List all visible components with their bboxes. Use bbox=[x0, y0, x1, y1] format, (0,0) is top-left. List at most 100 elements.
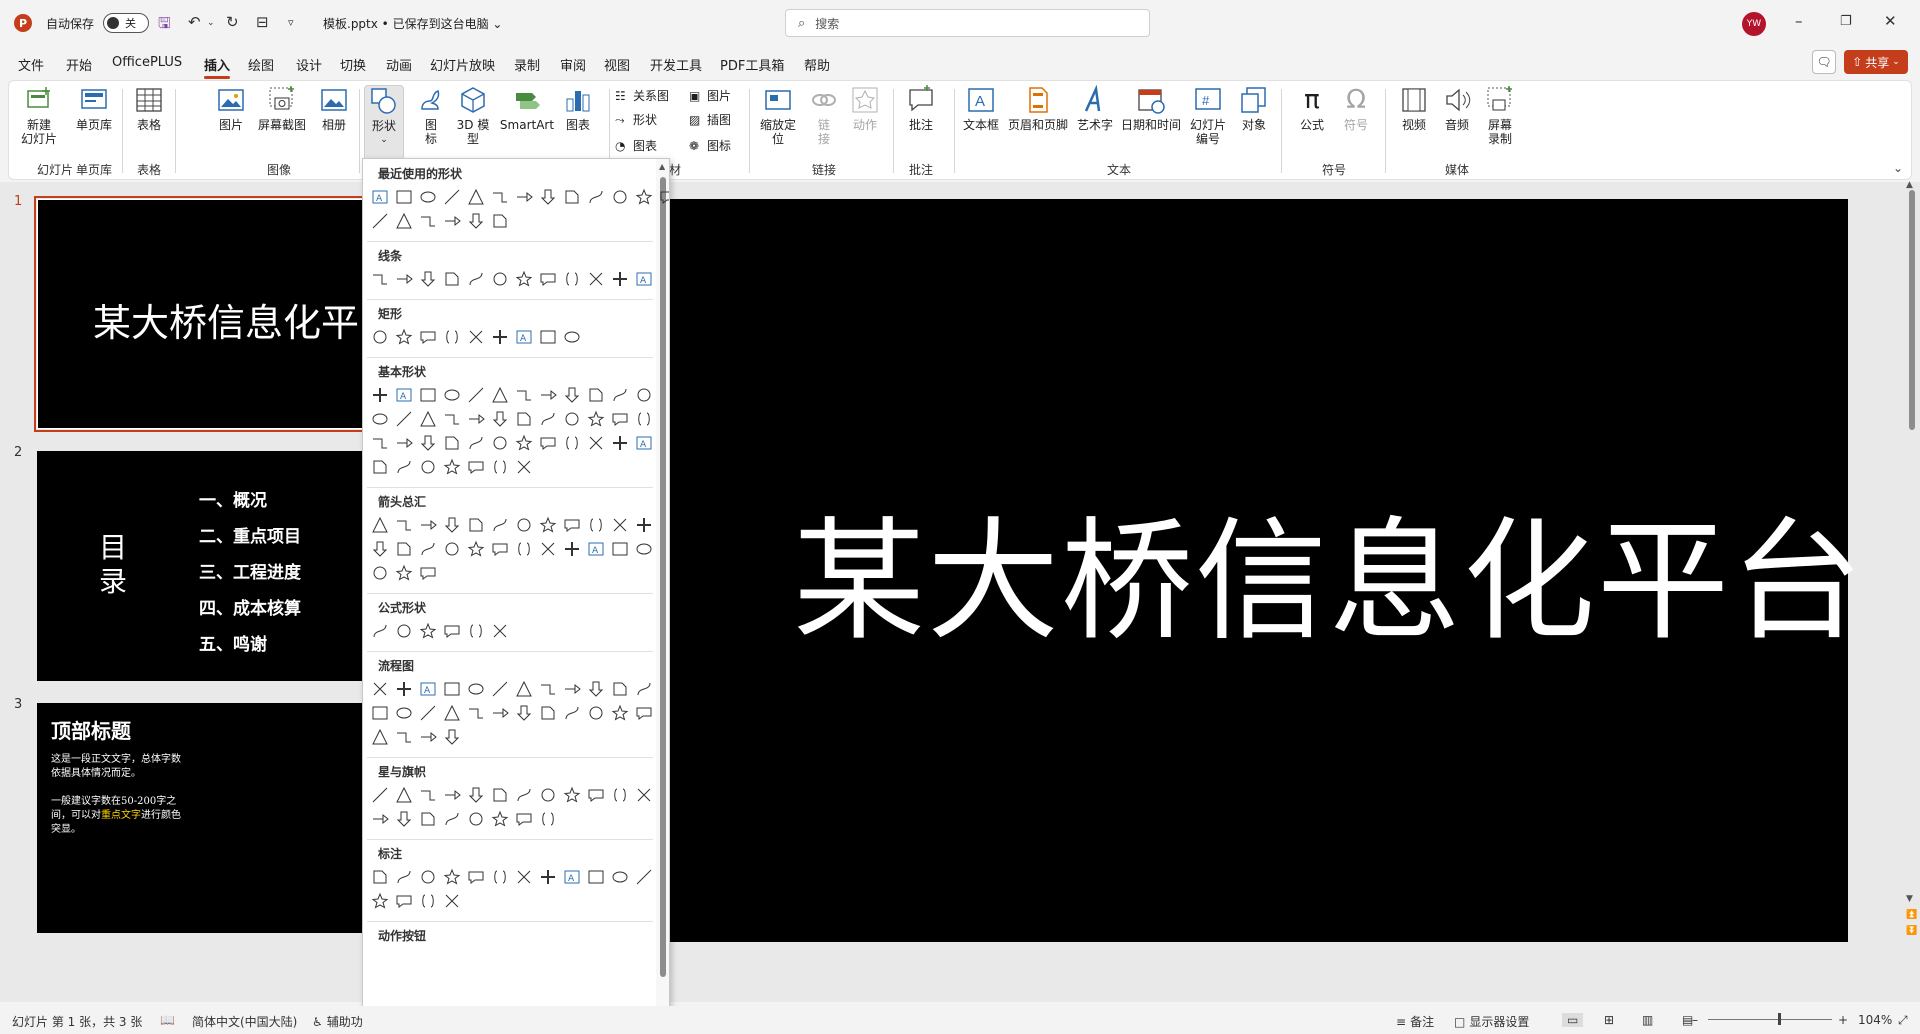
shape-option-icon[interactable] bbox=[488, 185, 512, 209]
illustration-button[interactable]: ▨ 插图 bbox=[689, 111, 731, 128]
zoom-slider[interactable] bbox=[1708, 1019, 1832, 1020]
zoom-level[interactable]: 104% bbox=[1858, 1013, 1892, 1027]
shape-option-icon[interactable]: A bbox=[632, 431, 656, 455]
shape-option-icon[interactable] bbox=[440, 325, 464, 349]
shape-option-icon[interactable] bbox=[632, 537, 656, 561]
shape-option-icon[interactable] bbox=[440, 455, 464, 479]
scroll-down-icon[interactable]: ▼ bbox=[1906, 894, 1913, 904]
shape-option-icon[interactable] bbox=[488, 383, 512, 407]
shape-option-icon[interactable] bbox=[416, 513, 440, 537]
shape-option-icon[interactable] bbox=[416, 383, 440, 407]
shape-option-icon[interactable] bbox=[392, 431, 416, 455]
shape-option-icon[interactable] bbox=[488, 783, 512, 807]
shape-option-icon[interactable] bbox=[608, 185, 632, 209]
shape-option-icon[interactable] bbox=[392, 455, 416, 479]
shape-option-icon[interactable] bbox=[632, 513, 656, 537]
shape-option-icon[interactable] bbox=[440, 431, 464, 455]
tab-5[interactable]: 设计 bbox=[296, 55, 322, 74]
form-shape-button[interactable]: ⤳ 形状 bbox=[615, 111, 657, 128]
shape-option-icon[interactable] bbox=[440, 619, 464, 643]
normal-view-icon[interactable]: ▭ bbox=[1562, 1013, 1584, 1027]
shape-option-icon[interactable] bbox=[368, 725, 392, 749]
slide-number-button[interactable]: # 幻灯片 编号 bbox=[1185, 85, 1231, 146]
shape-option-icon[interactable] bbox=[560, 407, 584, 431]
picture-small-button[interactable]: ▣ 图片 bbox=[689, 87, 731, 104]
picture-button[interactable]: 图片 bbox=[211, 85, 251, 132]
datetime-button[interactable]: 日期和时间 bbox=[1119, 85, 1183, 132]
shape-option-icon[interactable]: A bbox=[584, 537, 608, 561]
close-icon[interactable]: ✕ bbox=[1884, 12, 1897, 30]
shape-option-icon[interactable] bbox=[464, 325, 488, 349]
link-button[interactable]: 链 接 bbox=[806, 85, 842, 146]
shape-option-icon[interactable] bbox=[392, 725, 416, 749]
shape-option-icon[interactable] bbox=[512, 807, 536, 831]
shape-option-icon[interactable] bbox=[416, 267, 440, 291]
language-indicator[interactable]: 简体中文(中国大陆) bbox=[192, 1013, 297, 1030]
shape-option-icon[interactable] bbox=[536, 677, 560, 701]
3d-model-button[interactable]: 3D 模 型 bbox=[453, 85, 493, 146]
shape-option-icon[interactable] bbox=[440, 537, 464, 561]
shape-option-icon[interactable] bbox=[560, 537, 584, 561]
shape-option-icon[interactable] bbox=[608, 383, 632, 407]
editor-vertical-scrollbar[interactable]: ▲ ▼ ⏫ ⏬ bbox=[1904, 180, 1920, 940]
redo-icon[interactable]: ↻ bbox=[226, 13, 239, 31]
shape-option-icon[interactable] bbox=[488, 407, 512, 431]
shape-option-icon[interactable] bbox=[608, 537, 632, 561]
gallery-scrollbar-thumb[interactable] bbox=[660, 177, 666, 977]
minimize-icon[interactable]: – bbox=[1795, 12, 1803, 30]
shape-option-icon[interactable] bbox=[512, 267, 536, 291]
shape-option-icon[interactable] bbox=[560, 431, 584, 455]
shape-option-icon[interactable] bbox=[584, 407, 608, 431]
shape-option-icon[interactable] bbox=[488, 325, 512, 349]
shape-option-icon[interactable] bbox=[536, 807, 560, 831]
shape-option-icon[interactable] bbox=[632, 677, 656, 701]
shape-option-icon[interactable] bbox=[416, 209, 440, 233]
relation-diagram-button[interactable]: ☷ 关系图 bbox=[615, 87, 669, 104]
shape-option-icon[interactable] bbox=[536, 865, 560, 889]
shape-option-icon[interactable] bbox=[560, 677, 584, 701]
tab-1[interactable]: 开始 bbox=[66, 55, 92, 74]
shape-option-icon[interactable] bbox=[416, 783, 440, 807]
slide-thumbnail-2[interactable]: 目 录 一、概况 二、重点项目 三、工程进度 四、成本核算 五、鸣谢 bbox=[37, 451, 367, 681]
shape-option-icon[interactable] bbox=[512, 865, 536, 889]
shape-option-icon[interactable] bbox=[416, 865, 440, 889]
scrollbar-thumb[interactable] bbox=[1909, 190, 1915, 430]
shape-option-icon[interactable] bbox=[632, 185, 656, 209]
restore-icon[interactable]: ❐ bbox=[1840, 14, 1852, 29]
symbol-button[interactable]: Ω 符号 bbox=[1336, 85, 1376, 132]
spellcheck-icon[interactable]: 📖 bbox=[160, 1013, 175, 1027]
zoom-out-icon[interactable]: – bbox=[1692, 1013, 1698, 1027]
tab-12[interactable]: 开发工具 bbox=[650, 55, 702, 74]
shape-option-icon[interactable] bbox=[368, 431, 392, 455]
fit-to-window-icon[interactable]: ⤢ bbox=[1898, 1013, 1908, 1028]
shape-option-icon[interactable] bbox=[512, 701, 536, 725]
shape-option-icon[interactable] bbox=[392, 783, 416, 807]
shape-option-icon[interactable] bbox=[632, 783, 656, 807]
shape-option-icon[interactable] bbox=[368, 677, 392, 701]
shape-option-icon[interactable] bbox=[392, 267, 416, 291]
shape-option-icon[interactable] bbox=[392, 561, 416, 585]
shape-option-icon[interactable] bbox=[536, 185, 560, 209]
screen-record-button[interactable]: 屏幕 录制 bbox=[1480, 85, 1520, 146]
shape-option-icon[interactable] bbox=[608, 267, 632, 291]
undo-dropdown-icon[interactable]: ⌄ bbox=[207, 18, 215, 28]
shape-option-icon[interactable] bbox=[440, 383, 464, 407]
shape-option-icon[interactable] bbox=[440, 807, 464, 831]
shape-option-icon[interactable] bbox=[488, 537, 512, 561]
shape-option-icon[interactable] bbox=[416, 325, 440, 349]
tab-7[interactable]: 动画 bbox=[386, 55, 412, 74]
shape-option-icon[interactable] bbox=[416, 455, 440, 479]
shape-option-icon[interactable] bbox=[392, 701, 416, 725]
slide-thumbnail-3[interactable]: 顶部标题 这是一段正文文字，总体字数依据具体情况而定。 一般建议字数在50-20… bbox=[37, 703, 367, 933]
shape-option-icon[interactable] bbox=[584, 431, 608, 455]
shape-option-icon[interactable] bbox=[392, 209, 416, 233]
shape-option-icon[interactable] bbox=[392, 865, 416, 889]
shape-option-icon[interactable] bbox=[488, 455, 512, 479]
icon-small-button[interactable]: ❁ 图标 bbox=[689, 137, 731, 154]
shape-option-icon[interactable] bbox=[416, 431, 440, 455]
tab-10[interactable]: 审阅 bbox=[560, 55, 586, 74]
ribbon-collapse-icon[interactable]: ⌄ bbox=[1893, 161, 1903, 175]
shape-option-icon[interactable] bbox=[368, 561, 392, 585]
shape-option-icon[interactable] bbox=[392, 185, 416, 209]
zoom-in-icon[interactable]: + bbox=[1838, 1013, 1848, 1027]
